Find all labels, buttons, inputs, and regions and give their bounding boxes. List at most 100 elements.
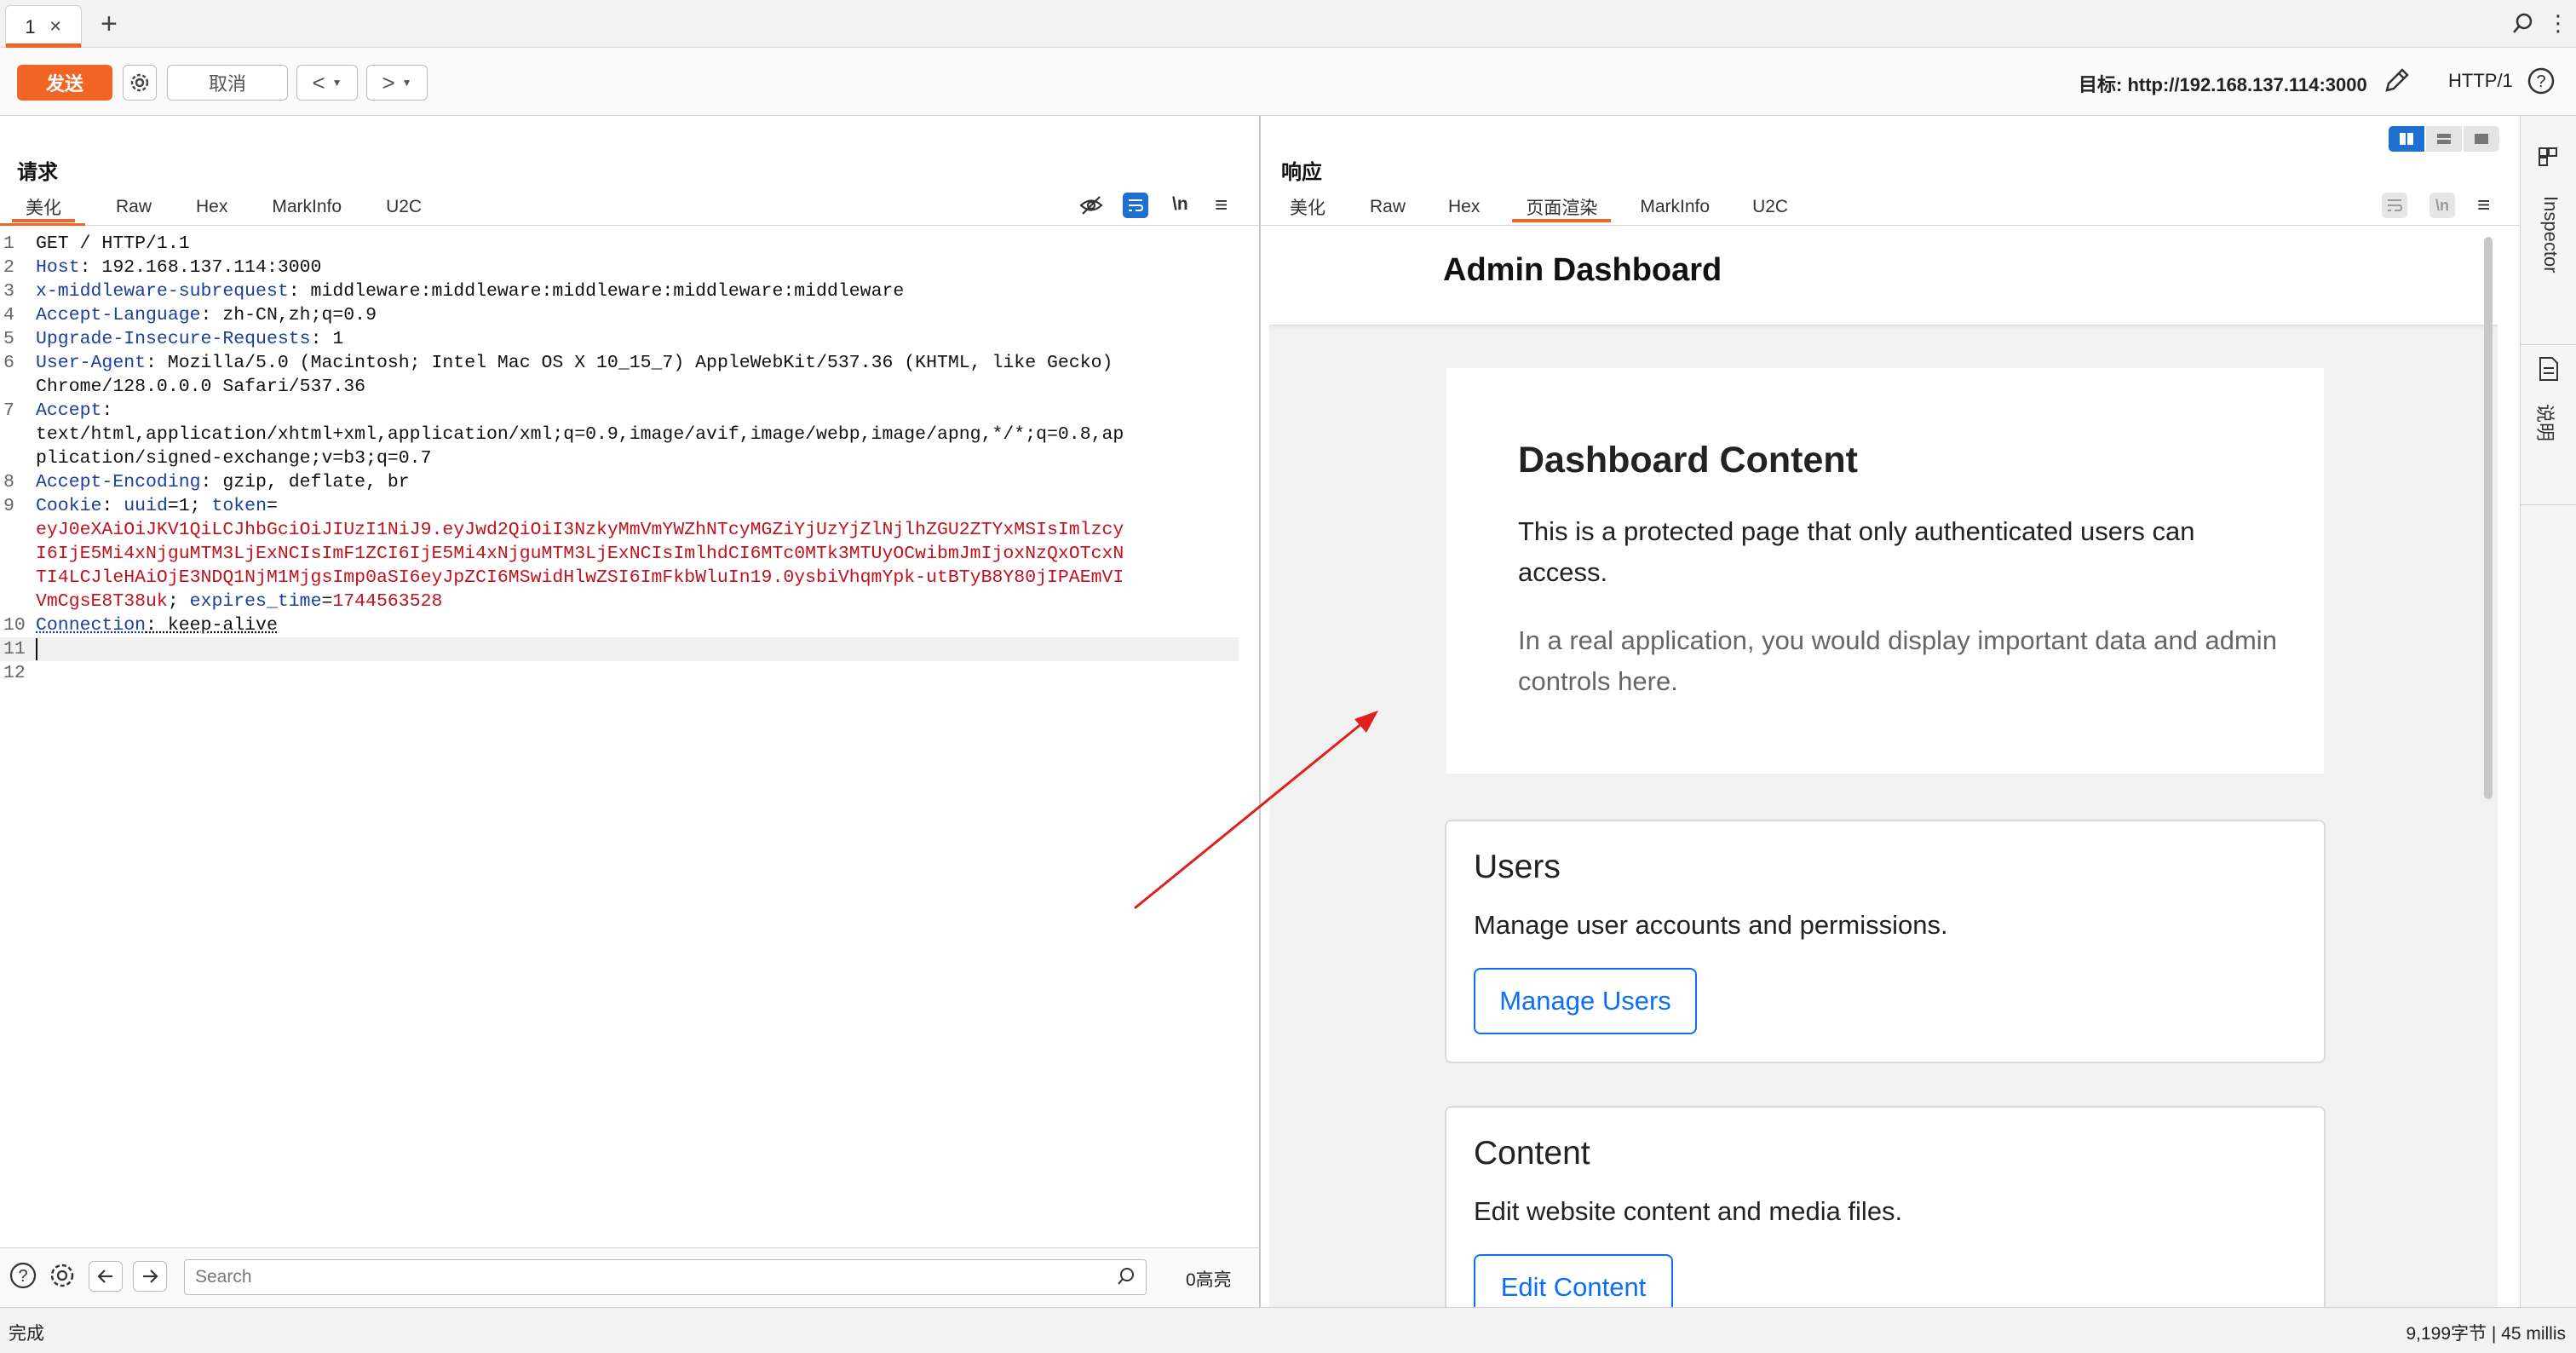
send-button[interactable]: 发送 bbox=[17, 65, 112, 101]
hide-eye-icon[interactable] bbox=[1078, 193, 1104, 218]
search-prev-button[interactable] bbox=[89, 1261, 123, 1292]
content-note: In a real application, you would display… bbox=[1518, 625, 2277, 696]
users-card-text: Manage user accounts and permissions. bbox=[1474, 910, 1948, 940]
highlight-count: 0高亮 bbox=[1186, 1270, 1232, 1290]
request-text: Chrome/128.0.0.0 Safari/537.36 bbox=[36, 377, 366, 397]
wrap-icon bbox=[1129, 199, 1144, 211]
render-scrollbar[interactable] bbox=[2484, 237, 2493, 799]
header-value: 1 bbox=[321, 329, 344, 349]
request-tab-raw[interactable]: Raw bbox=[102, 192, 165, 222]
request-tab-hex[interactable]: Hex bbox=[182, 192, 241, 222]
line-number bbox=[0, 375, 36, 399]
content-card: Content Edit website content and media f… bbox=[1445, 1106, 2326, 1307]
manage-users-button[interactable]: Manage Users bbox=[1474, 968, 1697, 1034]
line-number: 3 bbox=[3, 281, 14, 302]
arrow-left-icon bbox=[97, 1270, 112, 1283]
request-text: plication/signed-exchange;v=b3;q=0.7 bbox=[36, 448, 432, 469]
request-line: 8 Accept-Encoding: gzip, deflate, br bbox=[0, 470, 1252, 494]
help-icon[interactable]: ? bbox=[2527, 66, 2556, 95]
layout-single-button[interactable] bbox=[2464, 126, 2499, 152]
search-icon[interactable] bbox=[2511, 12, 2535, 36]
close-tab-icon[interactable]: ✕ bbox=[49, 18, 62, 36]
response-newline-toggle[interactable]: \n bbox=[2429, 193, 2455, 218]
layout-side-by-side-button[interactable] bbox=[2389, 126, 2424, 152]
token-value-line: I6IjE5Mi4xNjguMTM3LjExNCIsImF1ZCI6IjE5Mi… bbox=[36, 544, 1124, 564]
search-next-button[interactable] bbox=[133, 1261, 167, 1292]
inspector-icon[interactable] bbox=[2536, 145, 2560, 169]
response-wrap-toggle[interactable] bbox=[2382, 193, 2407, 218]
content-card-title: Content bbox=[1474, 1135, 1590, 1172]
response-tab-pretty[interactable]: 美化 bbox=[1276, 192, 1339, 222]
more-menu-icon[interactable]: ⋮ bbox=[2547, 10, 2569, 36]
single-pane-icon bbox=[2475, 134, 2488, 144]
hamburger-menu-icon[interactable]: ≡ bbox=[2477, 193, 2490, 216]
line-number: 7 bbox=[3, 400, 14, 421]
tab-1[interactable]: 1 ✕ bbox=[5, 5, 82, 48]
rows-icon bbox=[2437, 134, 2451, 144]
line-number: 8 bbox=[3, 472, 14, 492]
inspector-tab[interactable]: Inspector bbox=[2539, 196, 2562, 273]
help-icon[interactable]: ? bbox=[9, 1261, 37, 1290]
dashboard-content-card: Dashboard Content This is a protected pa… bbox=[1446, 368, 2324, 774]
response-title: 响应 bbox=[1281, 161, 1322, 184]
notes-icon[interactable] bbox=[2538, 356, 2560, 382]
dropdown-icon: ▼ bbox=[331, 77, 342, 89]
settings-button[interactable] bbox=[123, 65, 157, 101]
line-number: 1 bbox=[3, 233, 14, 254]
request-tab-pretty[interactable]: 美化 bbox=[12, 192, 75, 222]
back-button[interactable]: < ▼ bbox=[296, 65, 358, 101]
sidebar-divider bbox=[2521, 344, 2576, 345]
layout-stacked-button[interactable] bbox=[2426, 126, 2462, 152]
content-card-text: Edit website content and media files. bbox=[1474, 1196, 1903, 1226]
response-tab-raw[interactable]: Raw bbox=[1356, 192, 1419, 222]
line-number bbox=[0, 423, 36, 446]
wrap-lines-toggle[interactable] bbox=[1123, 193, 1148, 218]
search-icon bbox=[1116, 1266, 1136, 1287]
tab-bar: 1 ✕ + ⋮ bbox=[0, 0, 2576, 48]
header-name: Accept-Encoding bbox=[36, 472, 201, 492]
line-number: 5 bbox=[3, 329, 14, 349]
response-tab-render[interactable]: 页面渲染 bbox=[1512, 192, 1612, 222]
text-cursor bbox=[36, 638, 37, 660]
line-number: 4 bbox=[3, 305, 14, 325]
forward-button[interactable]: > ▼ bbox=[366, 65, 428, 101]
request-line: 5 Upgrade-Insecure-Requests: 1 bbox=[0, 327, 1252, 351]
status-bar: 完成 9,199字节 | 45 millis bbox=[0, 1307, 2576, 1353]
request-subtabs: 美化 Raw Hex MarkInfo U2C bbox=[12, 192, 435, 222]
request-text: GET / HTTP/1.1 bbox=[36, 233, 190, 254]
navbar-title[interactable]: Admin Dashboard bbox=[1443, 252, 1722, 289]
rendered-page[interactable]: Admin Dashboard Dashboard Content This i… bbox=[1269, 232, 2498, 1307]
search-input[interactable]: Search bbox=[184, 1259, 1147, 1295]
add-tab-icon[interactable]: + bbox=[101, 7, 118, 41]
cancel-button[interactable]: 取消 bbox=[167, 65, 288, 101]
response-tab-markinfo[interactable]: MarkInfo bbox=[1626, 192, 1723, 222]
edit-content-button[interactable]: Edit Content bbox=[1474, 1254, 1673, 1307]
wrap-icon bbox=[2388, 199, 2403, 211]
target-label: 目标: http://192.168.137.114:3000 bbox=[2079, 74, 2367, 95]
cookie-line: 9 Cookie: uuid=1; token= bbox=[3, 496, 278, 516]
hamburger-menu-icon[interactable]: ≡ bbox=[1215, 193, 1228, 216]
gear-icon bbox=[130, 73, 149, 92]
header-name: Upgrade-Insecure-Requests bbox=[36, 329, 311, 349]
header-value: Mozilla/5.0 (Macintosh; Intel Mac OS X 1… bbox=[156, 353, 1113, 373]
content-paragraph: This is a protected page that only authe… bbox=[1518, 516, 2195, 587]
request-line: 6 User-Agent: Mozilla/5.0 (Macintosh; Int… bbox=[0, 351, 1252, 375]
newline-toggle[interactable]: \n bbox=[1172, 194, 1188, 215]
request-line: Chrome/128.0.0.0 Safari/537.36 bbox=[0, 375, 1252, 399]
response-tab-hex[interactable]: Hex bbox=[1435, 192, 1493, 222]
protocol-label[interactable]: HTTP/1 bbox=[2448, 70, 2513, 92]
header-value: middleware:middleware:middleware:middlew… bbox=[299, 281, 905, 302]
header-value: gzip, deflate, br bbox=[211, 472, 410, 492]
annotation-arrow-icon bbox=[1134, 711, 1378, 910]
edit-target-icon[interactable] bbox=[2382, 66, 2411, 95]
users-card-title: Users bbox=[1474, 849, 1561, 885]
request-tab-u2c[interactable]: U2C bbox=[372, 192, 435, 222]
request-tab-markinfo[interactable]: MarkInfo bbox=[258, 192, 355, 222]
arrow-right-icon bbox=[143, 1270, 158, 1283]
response-tab-u2c[interactable]: U2C bbox=[1739, 192, 1802, 222]
request-active-underline bbox=[0, 223, 85, 226]
gear-icon[interactable] bbox=[48, 1261, 77, 1290]
notes-tab[interactable]: 说明 bbox=[2533, 404, 2560, 441]
request-editor[interactable]: 1 GET / HTTP/1.1 2 Host: 192.168.137.114:30… bbox=[0, 232, 1252, 685]
users-card: Users Manage user accounts and permissio… bbox=[1445, 820, 2326, 1063]
